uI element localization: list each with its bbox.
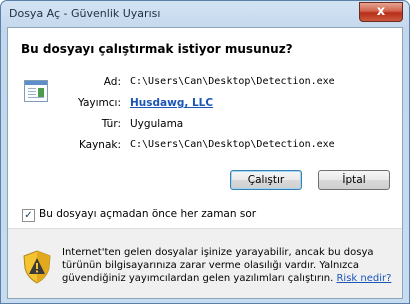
- type-value: Uygulama: [130, 118, 184, 130]
- warning-message: Internet'ten gelen dosyalar işinize yara…: [62, 246, 392, 285]
- always-ask-checkbox[interactable]: ✓: [22, 209, 35, 222]
- warning-text: Internet'ten gelen dosyalar işinize yara…: [62, 247, 374, 284]
- window-title: Dosya Aç - Güvenlik Uyarısı: [9, 7, 161, 20]
- name-value: C:\Users\Can\Desktop\Detection.exe: [130, 76, 335, 87]
- name-label: Ad:: [103, 76, 121, 88]
- separator: [8, 228, 402, 229]
- always-ask-label[interactable]: Bu dosyayı açmadan önce her zaman sor: [39, 208, 256, 220]
- shield-warning-icon: [23, 250, 51, 284]
- publisher-link[interactable]: Husdawg, LLC: [130, 97, 213, 109]
- dialog-content: Bu dosyayı çalıştırmak istiyor musunuz? …: [7, 27, 403, 299]
- source-label: Kaynak:: [78, 139, 121, 151]
- run-button[interactable]: Çalıştır: [230, 170, 302, 190]
- checkmark-icon: ✓: [24, 210, 33, 221]
- title-bar[interactable]: Dosya Aç - Güvenlik Uyarısı x: [1, 1, 409, 27]
- top-panel: Bu dosyayı çalıştırmak istiyor musunuz? …: [8, 28, 402, 228]
- publisher-label: Yayımcı:: [78, 97, 121, 109]
- cancel-button[interactable]: İptal: [318, 170, 390, 190]
- close-button[interactable]: x: [359, 2, 403, 22]
- risk-link[interactable]: Risk nedir?: [336, 273, 391, 284]
- source-value: C:\Users\Can\Desktop\Detection.exe: [130, 139, 335, 150]
- security-warning-dialog: Dosya Aç - Güvenlik Uyarısı x Bu dosyayı…: [0, 0, 410, 304]
- type-label: Tür:: [101, 118, 121, 130]
- question-heading: Bu dosyayı çalıştırmak istiyor musunuz?: [21, 42, 293, 56]
